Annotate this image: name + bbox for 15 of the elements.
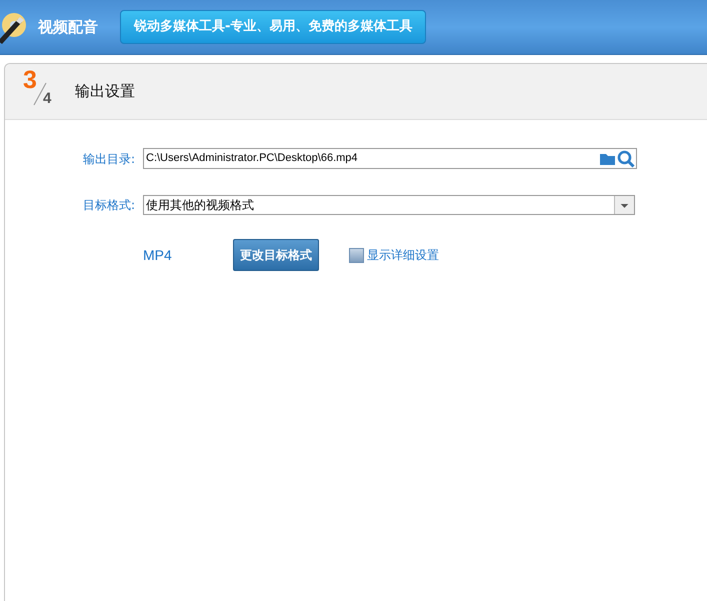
step-title: 输出设置	[75, 81, 135, 102]
checkbox-label[interactable]: 显示详细设置	[367, 246, 439, 264]
field-label: 输出目录:	[82, 150, 135, 168]
step-number: 3	[23, 68, 37, 92]
checkbox[interactable]	[349, 248, 364, 262]
format-name: MP4	[143, 246, 173, 264]
step-total: 4	[43, 90, 52, 106]
change-format-button[interactable]: 更改目标格式	[233, 239, 319, 271]
app-title: 视频配音	[38, 16, 98, 38]
slogan-banner: 锐动多媒体工具-专业、易用、免费的多媒体工具	[120, 10, 426, 44]
output-path-field[interactable]: C:\Users\Administrator.PC\Desktop\66.mp4	[143, 148, 637, 169]
format-dropdown[interactable]: 使用其他的视频格式	[143, 195, 635, 215]
search-icon[interactable]	[617, 150, 635, 168]
field-label: 目标格式:	[82, 197, 135, 214]
folder-icon[interactable]	[600, 152, 617, 166]
